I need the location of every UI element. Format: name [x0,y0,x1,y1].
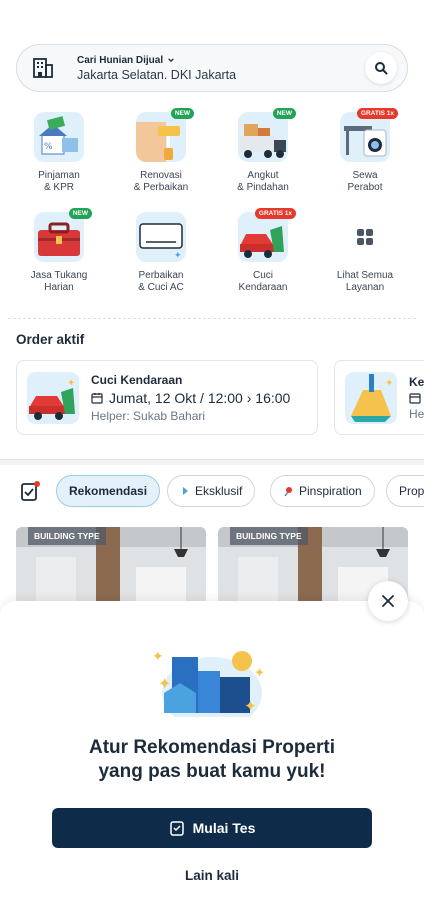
search-label-text: Cari Hunian Dijual [77,54,164,66]
service-angkut[interactable]: NEW Angkut & Pindahan [212,108,314,194]
calendar-icon [409,392,421,404]
new-badge: NEW [170,108,194,119]
order-title: Cuci Kendaraan [91,372,183,387]
section-separator [0,459,424,465]
chip-label: Rekomendasi [69,484,148,498]
toolbox-icon [34,212,84,262]
chip-eksklusif[interactable]: Eksklusif [167,475,256,507]
close-icon [382,595,394,607]
svg-text:✦: ✦ [158,674,171,693]
service-pinjaman-kpr[interactable]: % Pinjaman & KPR [8,112,110,194]
cleaning-icon: ✦ [345,371,397,424]
pin-icon [284,486,292,496]
later-button[interactable]: Lain kali [0,868,424,883]
svg-text:✦: ✦ [244,697,257,715]
start-test-label: Mulai Tes [192,820,256,836]
service-name: Jasa Tukang Harian [30,270,88,293]
recommendation-sheet: ✦ ✦ ✦ ✦ Atur Rekomendasi Properti yang p… [0,601,424,917]
chip-pinspiration[interactable]: Pinspiration [270,475,375,507]
service-jasa-tukang[interactable]: NEW Jasa Tukang Harian [8,208,110,294]
moving-truck-icon [238,112,288,162]
service-sewa-perabot[interactable]: GRATIS 1x Sewa Perabot [314,108,416,194]
gratis-badge: GRATIS 1x [254,208,296,219]
section-divider [8,318,416,319]
search-location[interactable]: Jakarta Selatan. DKI Jakarta [77,68,365,82]
sheet-headline: Atur Rekomendasi Properti yang pas buat … [89,737,335,782]
grid-icon [340,212,390,262]
search-bar[interactable]: Cari Hunian Dijual Jakarta Selatan. DKI … [16,44,408,92]
filter-chips: Rekomendasi Eksklusif Pinspiration Prop [0,475,424,507]
new-badge: NEW [272,108,296,119]
search-label[interactable]: Cari Hunian Dijual [77,55,365,66]
service-name: Pinjaman & KPR [38,170,80,193]
order-section-title: Order aktif [16,332,85,347]
checklist-icon[interactable] [18,479,42,503]
chip-rekomendasi[interactable]: Rekomendasi [56,475,161,507]
chevron-down-icon [168,58,174,63]
chip-prop[interactable]: Prop [386,475,424,507]
service-lihat-semua[interactable]: Lihat Semua Layanan [314,212,416,294]
search-icon [375,62,388,75]
order-title: Keb [409,374,424,389]
search-button[interactable] [365,52,397,84]
order-date: Jumat, 12 Okt / 12:00 › 16:00 [109,389,291,406]
gratis-badge: GRATIS 1x [356,108,398,119]
service-name: Lihat Semua Layanan [336,270,394,293]
chip-label: Pinspiration [299,484,362,498]
building-type-tag: BUILDING TYPE [28,527,106,545]
service-perbaikan-ac[interactable]: ✦ Perbaikan & Cuci AC [110,212,212,294]
services-grid: % Pinjaman & KPR NEW Renovasi & Perbaika… [8,108,416,294]
service-name: Perbaikan & Cuci AC [138,270,184,293]
order-card[interactable]: ✦ Cuci Kendaraan Jumat, 12 Okt / 12:00 ›… [16,360,318,435]
svg-text:✦: ✦ [385,378,393,389]
city-buildings-illustration: ✦ ✦ ✦ ✦ [152,649,265,717]
order-helper: Hel [409,406,424,421]
car-wash-icon [238,212,288,262]
svg-text:%: % [44,142,53,152]
building-icon [33,58,53,78]
svg-text:✦: ✦ [67,378,75,389]
svg-text:✦: ✦ [152,649,164,665]
checklist-icon [169,821,184,836]
calendar-icon [91,392,103,404]
svg-text:✦: ✦ [174,251,182,261]
service-cuci-kendaraan[interactable]: GRATIS 1x Cuci Kendaraan [212,208,314,294]
service-name: Renovasi & Perbaikan [133,170,189,193]
air-conditioner-icon: ✦ [136,212,186,262]
service-renovasi[interactable]: NEW Renovasi & Perbaikan [110,108,212,194]
service-name: Angkut & Pindahan [237,170,289,193]
chip-label: Prop [399,484,424,498]
diamond-icon [183,487,188,495]
start-test-button[interactable]: Mulai Tes [52,808,372,848]
furniture-icon [340,112,390,162]
house-money-icon: % [34,112,84,162]
car-wash-icon: ✦ [27,371,79,424]
paint-roller-icon [136,112,186,162]
close-sheet-button[interactable] [368,581,408,621]
new-badge: NEW [68,208,92,219]
service-name: Cuci Kendaraan [238,270,288,293]
order-helper: Helper: Sukab Bahari [91,408,206,423]
service-name: Sewa Perabot [347,170,383,193]
order-card[interactable]: ✦ Keb Hel [334,360,424,435]
svg-text:✦: ✦ [254,666,265,681]
chip-label: Eksklusif [195,484,243,498]
building-type-tag: BUILDING TYPE [230,527,308,545]
